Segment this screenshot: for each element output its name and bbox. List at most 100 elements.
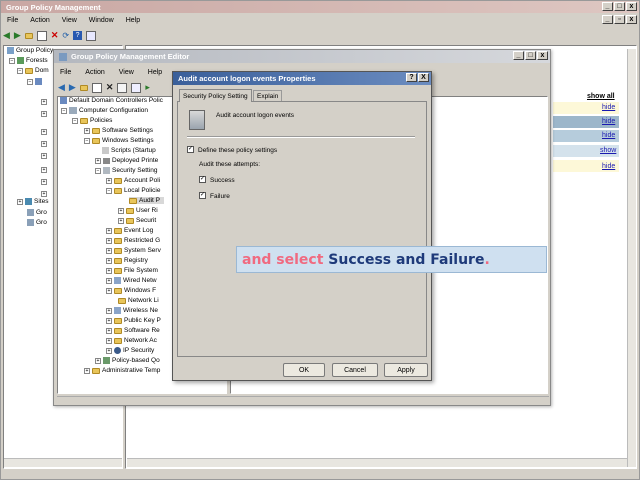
expand-toggle[interactable]: +: [106, 267, 112, 274]
console-icon[interactable]: [86, 30, 97, 41]
tree-item-software-settings[interactable]: + Software Settings: [84, 127, 153, 134]
menu-file[interactable]: File: [7, 17, 18, 24]
expand-toggle[interactable]: +: [41, 129, 47, 135]
maximize-button[interactable]: □: [614, 2, 625, 11]
dialog-help-button[interactable]: ?: [406, 73, 417, 82]
outer-tree-hscroll[interactable]: [4, 458, 122, 467]
up-folder-icon[interactable]: [24, 32, 33, 39]
outer-right-hscroll[interactable]: [127, 458, 627, 467]
menu-view[interactable]: View: [62, 17, 77, 24]
expand-toggle[interactable]: +: [106, 287, 112, 294]
cancel-button[interactable]: Cancel: [332, 363, 378, 377]
tree-item-node[interactable]: +: [41, 129, 47, 135]
editor-maximize-button[interactable]: □: [525, 51, 536, 60]
tree-item-windows-firewall[interactable]: + Windows F: [106, 287, 156, 294]
tree-item-computer-config[interactable]: − Computer Configuration: [61, 107, 148, 114]
expand-toggle[interactable]: +: [106, 227, 112, 234]
expand-toggle[interactable]: +: [95, 357, 101, 364]
tree-item-gro-1[interactable]: Gro: [27, 209, 47, 216]
expand-toggle[interactable]: +: [41, 99, 47, 105]
tree-item-file-system[interactable]: + File System: [106, 267, 158, 274]
back-arrow-icon[interactable]: ◀: [3, 30, 10, 41]
expand-toggle[interactable]: −: [72, 117, 78, 124]
tree-item-node[interactable]: +: [41, 179, 47, 185]
expand-toggle[interactable]: −: [95, 167, 101, 174]
expand-toggle[interactable]: −: [17, 67, 23, 74]
tree-item-network-access[interactable]: + Network Ac: [106, 337, 157, 344]
mdi-minimize-button[interactable]: _: [602, 15, 613, 24]
editor-up-icon[interactable]: [79, 84, 88, 91]
tree-item-deployed-printers[interactable]: + Deployed Printe: [95, 157, 158, 164]
menu-action[interactable]: Action: [30, 17, 49, 24]
show-hide-tree-icon[interactable]: [36, 30, 47, 41]
editor-menu-file[interactable]: File: [60, 69, 71, 76]
editor-showhide-icon[interactable]: [91, 82, 102, 93]
expand-toggle[interactable]: +: [106, 307, 112, 314]
editor-forward-icon[interactable]: ▶: [69, 82, 76, 93]
expand-toggle[interactable]: +: [17, 198, 23, 205]
tree-item-system-services[interactable]: + System Serv: [106, 247, 161, 254]
editor-minimize-button[interactable]: _: [513, 51, 524, 60]
expand-toggle[interactable]: +: [41, 111, 47, 117]
tree-item-admin-templates[interactable]: + Administrative Temp: [84, 367, 160, 374]
tree-item-sites[interactable]: + Sites: [17, 198, 48, 205]
dialog-close-button[interactable]: X: [418, 73, 429, 82]
editor-back-icon[interactable]: ◀: [58, 82, 65, 93]
expand-toggle[interactable]: −: [84, 137, 90, 144]
expand-toggle[interactable]: +: [106, 347, 112, 354]
editor-delete-icon[interactable]: ✕: [106, 82, 114, 93]
menu-help[interactable]: Help: [126, 17, 140, 24]
tree-item-ip-security[interactable]: + IP Security: [106, 347, 154, 354]
tree-item-wired-network[interactable]: + Wired Netw: [106, 277, 157, 284]
outer-right-vscroll[interactable]: [627, 49, 636, 467]
tree-item-gro-2[interactable]: Gro: [27, 219, 47, 226]
expand-toggle[interactable]: +: [118, 217, 124, 224]
delete-icon[interactable]: ✕: [51, 30, 59, 41]
expand-toggle[interactable]: −: [27, 78, 33, 85]
tree-item-windows-settings[interactable]: − Windows Settings: [84, 137, 154, 144]
expand-toggle[interactable]: +: [95, 157, 101, 164]
expand-toggle[interactable]: +: [41, 191, 47, 197]
tree-item-node[interactable]: +: [41, 167, 47, 173]
hide-link-4[interactable]: hide: [602, 163, 615, 170]
editor-menu-view[interactable]: View: [119, 69, 134, 76]
tree-item-user-rights[interactable]: + User Ri: [118, 207, 158, 214]
editor-properties-icon[interactable]: [117, 82, 128, 93]
hide-link-3[interactable]: hide: [602, 132, 615, 139]
tree-item-local-policies[interactable]: − Local Policie: [106, 187, 161, 194]
success-checkbox[interactable]: ✓: [199, 176, 206, 183]
tree-item-network-list[interactable]: Network Li: [118, 297, 159, 304]
expand-toggle[interactable]: +: [41, 167, 47, 173]
tree-item-security-settings[interactable]: − Security Setting: [95, 167, 158, 174]
mdi-restore-button[interactable]: ▫: [614, 15, 625, 24]
tree-item-software-restriction[interactable]: + Software Re: [106, 327, 160, 334]
tree-item-node[interactable]: +: [41, 191, 47, 197]
tree-item-registry[interactable]: + Registry: [106, 257, 148, 264]
failure-checkbox[interactable]: ✓: [199, 192, 206, 199]
expand-toggle[interactable]: +: [106, 317, 112, 324]
editor-close-button[interactable]: x: [537, 51, 548, 60]
mdi-close-button[interactable]: x: [626, 15, 637, 24]
define-policy-checkbox[interactable]: ✓: [187, 146, 194, 153]
expand-toggle[interactable]: +: [84, 127, 90, 134]
tree-item-audit-policy[interactable]: Audit P: [129, 197, 164, 204]
minimize-button[interactable]: _: [602, 2, 613, 11]
editor-export-icon[interactable]: [131, 82, 142, 93]
tree-item-restricted-groups[interactable]: + Restricted G: [106, 237, 160, 244]
hide-link-2[interactable]: hide: [602, 118, 615, 125]
expand-toggle[interactable]: +: [41, 141, 47, 147]
refresh-icon[interactable]: ⟳: [62, 31, 69, 40]
expand-toggle[interactable]: +: [106, 247, 112, 254]
show-link[interactable]: show: [600, 147, 616, 154]
expand-toggle[interactable]: −: [9, 57, 15, 64]
tree-item-default-dc-policy[interactable]: Default Domain Controllers Polic: [60, 97, 163, 104]
editor-menu-action[interactable]: Action: [85, 69, 104, 76]
forward-arrow-icon[interactable]: ▶: [14, 30, 21, 41]
tree-item-scripts[interactable]: Scripts (Startup: [102, 147, 156, 154]
tree-item-wireless-network[interactable]: + Wireless Ne: [106, 307, 158, 314]
tree-item-forests[interactable]: − Forests: [9, 57, 48, 64]
tree-item-policy-qos[interactable]: + Policy-based Qo: [95, 357, 160, 364]
show-all-link[interactable]: show all: [587, 93, 615, 100]
close-button[interactable]: x: [626, 2, 637, 11]
expand-toggle[interactable]: +: [41, 179, 47, 185]
